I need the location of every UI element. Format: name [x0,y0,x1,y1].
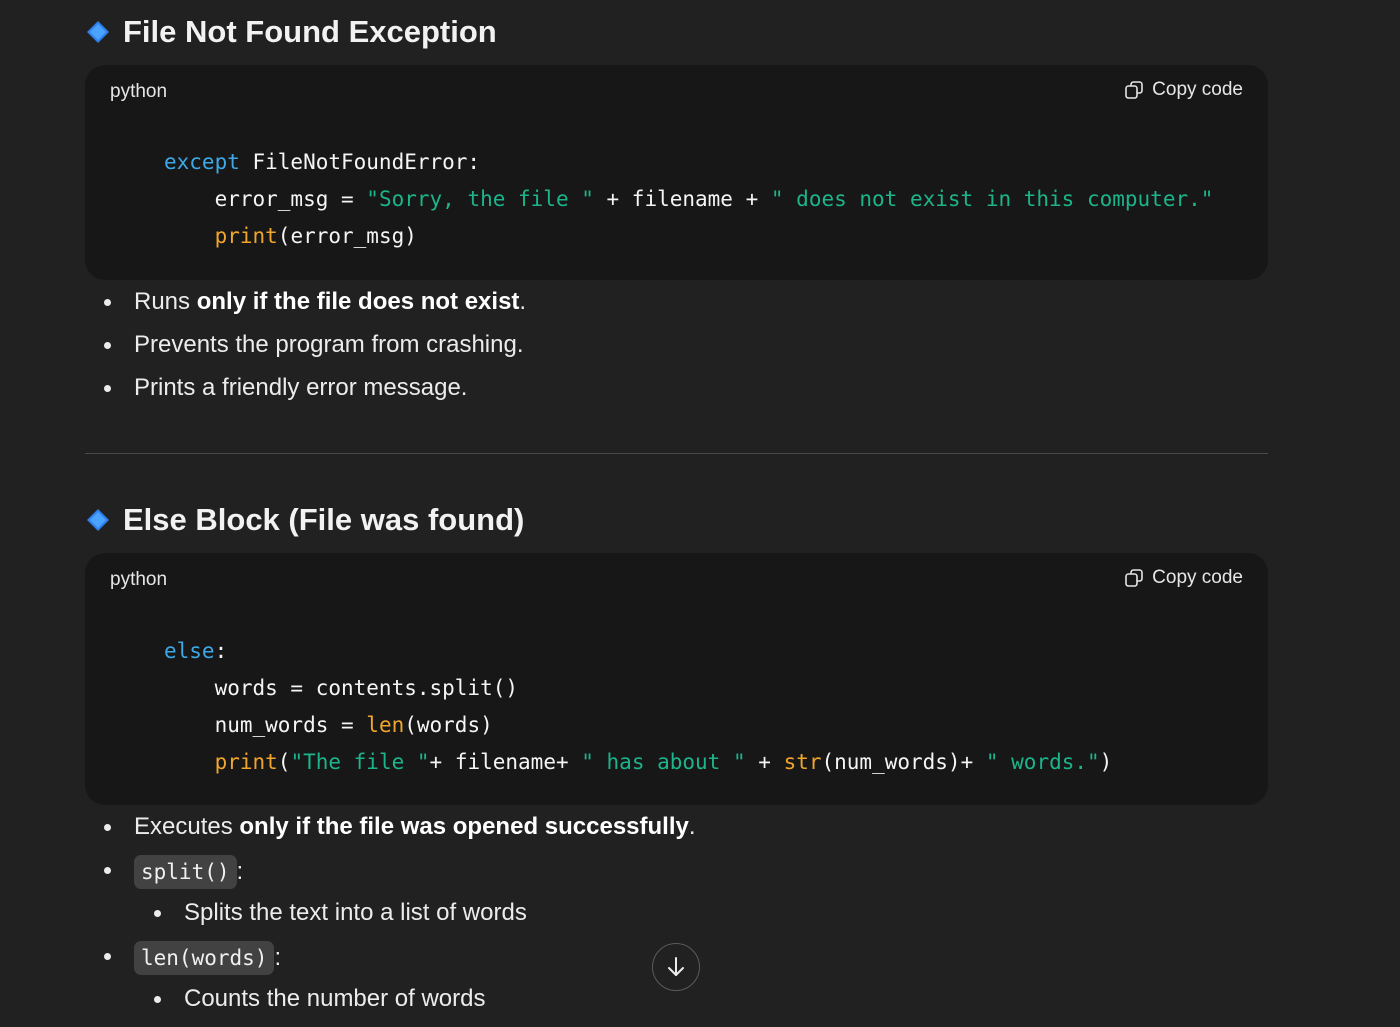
code-token: num_words = [164,713,367,737]
code-token: + [745,750,784,774]
code-line: num_words = len(words) [164,707,1112,744]
bullet-item-code: split(): [102,855,696,898]
code-token: " words." [985,750,1100,774]
code-token: "The file " [290,750,430,774]
arrow-down-icon [668,957,684,976]
section-heading-else-block: Else Block (File was found) [87,500,524,540]
code-token: " does not exist in this computer." [770,187,1214,211]
code-language-label: python [110,569,168,590]
copy-code-label: Copy code [1152,567,1243,588]
code-token: "Sorry, the file " [366,187,594,211]
bullet-list: Executes only if the file was opened suc… [102,812,696,1027]
bullet-item-code: len(words): [102,941,696,984]
code-token: str [783,750,822,774]
code-token: (num_words)+ [821,750,986,774]
blue-diamond-icon [87,509,109,531]
code-token: + filename+ [429,750,582,774]
section-divider [85,453,1268,454]
bullet-text: Prints a friendly error message. [134,374,468,401]
code-token: " has about " [581,750,746,774]
code-token: (words) [404,713,493,737]
code-line: words = contents.split() [164,670,1112,707]
sub-bullet-item: Splits the text into a list of words [102,898,696,941]
code-token: FileNotFoundError: [239,150,481,174]
bullet-item: Prevents the program from crashing. [102,330,526,373]
bullet-list: Runs only if the file does not exist. Pre… [102,287,526,416]
code-token: + filename + [593,187,771,211]
inline-code: split() [134,855,237,889]
blue-diamond-icon [87,21,109,43]
bullet-item: Runs only if the file does not exist. [102,287,526,330]
copy-icon [1125,569,1143,587]
bullet-text: . [688,813,696,840]
bullet-item: Executes only if the file was opened suc… [102,812,696,855]
bullet-suffix: : [236,858,244,885]
code-token: len [366,713,405,737]
section-title: File Not Found Exception [123,14,497,49]
sub-bullet-text: Counts the number of words [184,985,486,1012]
section-heading-file-not-found: File Not Found Exception [87,12,497,52]
copy-code-button[interactable]: Copy code [1124,567,1243,589]
code-line: except FileNotFoundError: [164,144,1213,181]
code-token: else [164,639,215,663]
code-token: : [214,639,228,663]
code-line: error_msg = "Sorry, the file " + filenam… [164,181,1214,218]
copy-icon [1125,81,1143,99]
code-content: else: words = contents.split() num_words… [164,633,1112,781]
copy-code-label: Copy code [1152,79,1243,100]
code-token: print [214,750,278,774]
code-content: except FileNotFoundError: error_msg = "S… [164,144,1213,255]
code-token: (error_msg) [277,224,417,248]
code-token: print [214,224,278,248]
bullet-bold-text: only if the file was opened successfully [239,813,689,840]
bullet-suffix: : [274,944,282,971]
code-line: else: [164,633,1112,670]
code-token: except [164,150,240,174]
code-token: error_msg = [164,187,367,211]
code-line: print("The file "+ filename+ " has about… [164,744,1113,781]
code-block-else: python Copy code else: words = contents.… [85,553,1268,805]
bullet-text: Executes [134,813,240,840]
code-token: ( [277,750,291,774]
bullet-text: . [519,288,527,315]
code-line: print(error_msg) [164,218,1213,255]
code-token: words = contents.split() [164,676,519,700]
section-title: Else Block (File was found) [123,502,525,537]
bullet-item: Prints a friendly error message. [102,373,526,416]
code-language-label: python [110,81,168,102]
inline-code: len(words) [134,941,275,975]
scroll-to-bottom-button[interactable] [652,943,700,991]
bullet-text: Prevents the program from crashing. [134,331,524,358]
code-token: ) [1099,750,1113,774]
code-block-file-not-found: python Copy code except FileNotFoundErro… [85,65,1268,280]
bullet-text: Runs [134,288,197,315]
copy-code-button[interactable]: Copy code [1124,79,1243,101]
bullet-bold-text: only if the file does not exist [196,288,520,315]
sub-bullet-text: Splits the text into a list of words [184,899,527,926]
